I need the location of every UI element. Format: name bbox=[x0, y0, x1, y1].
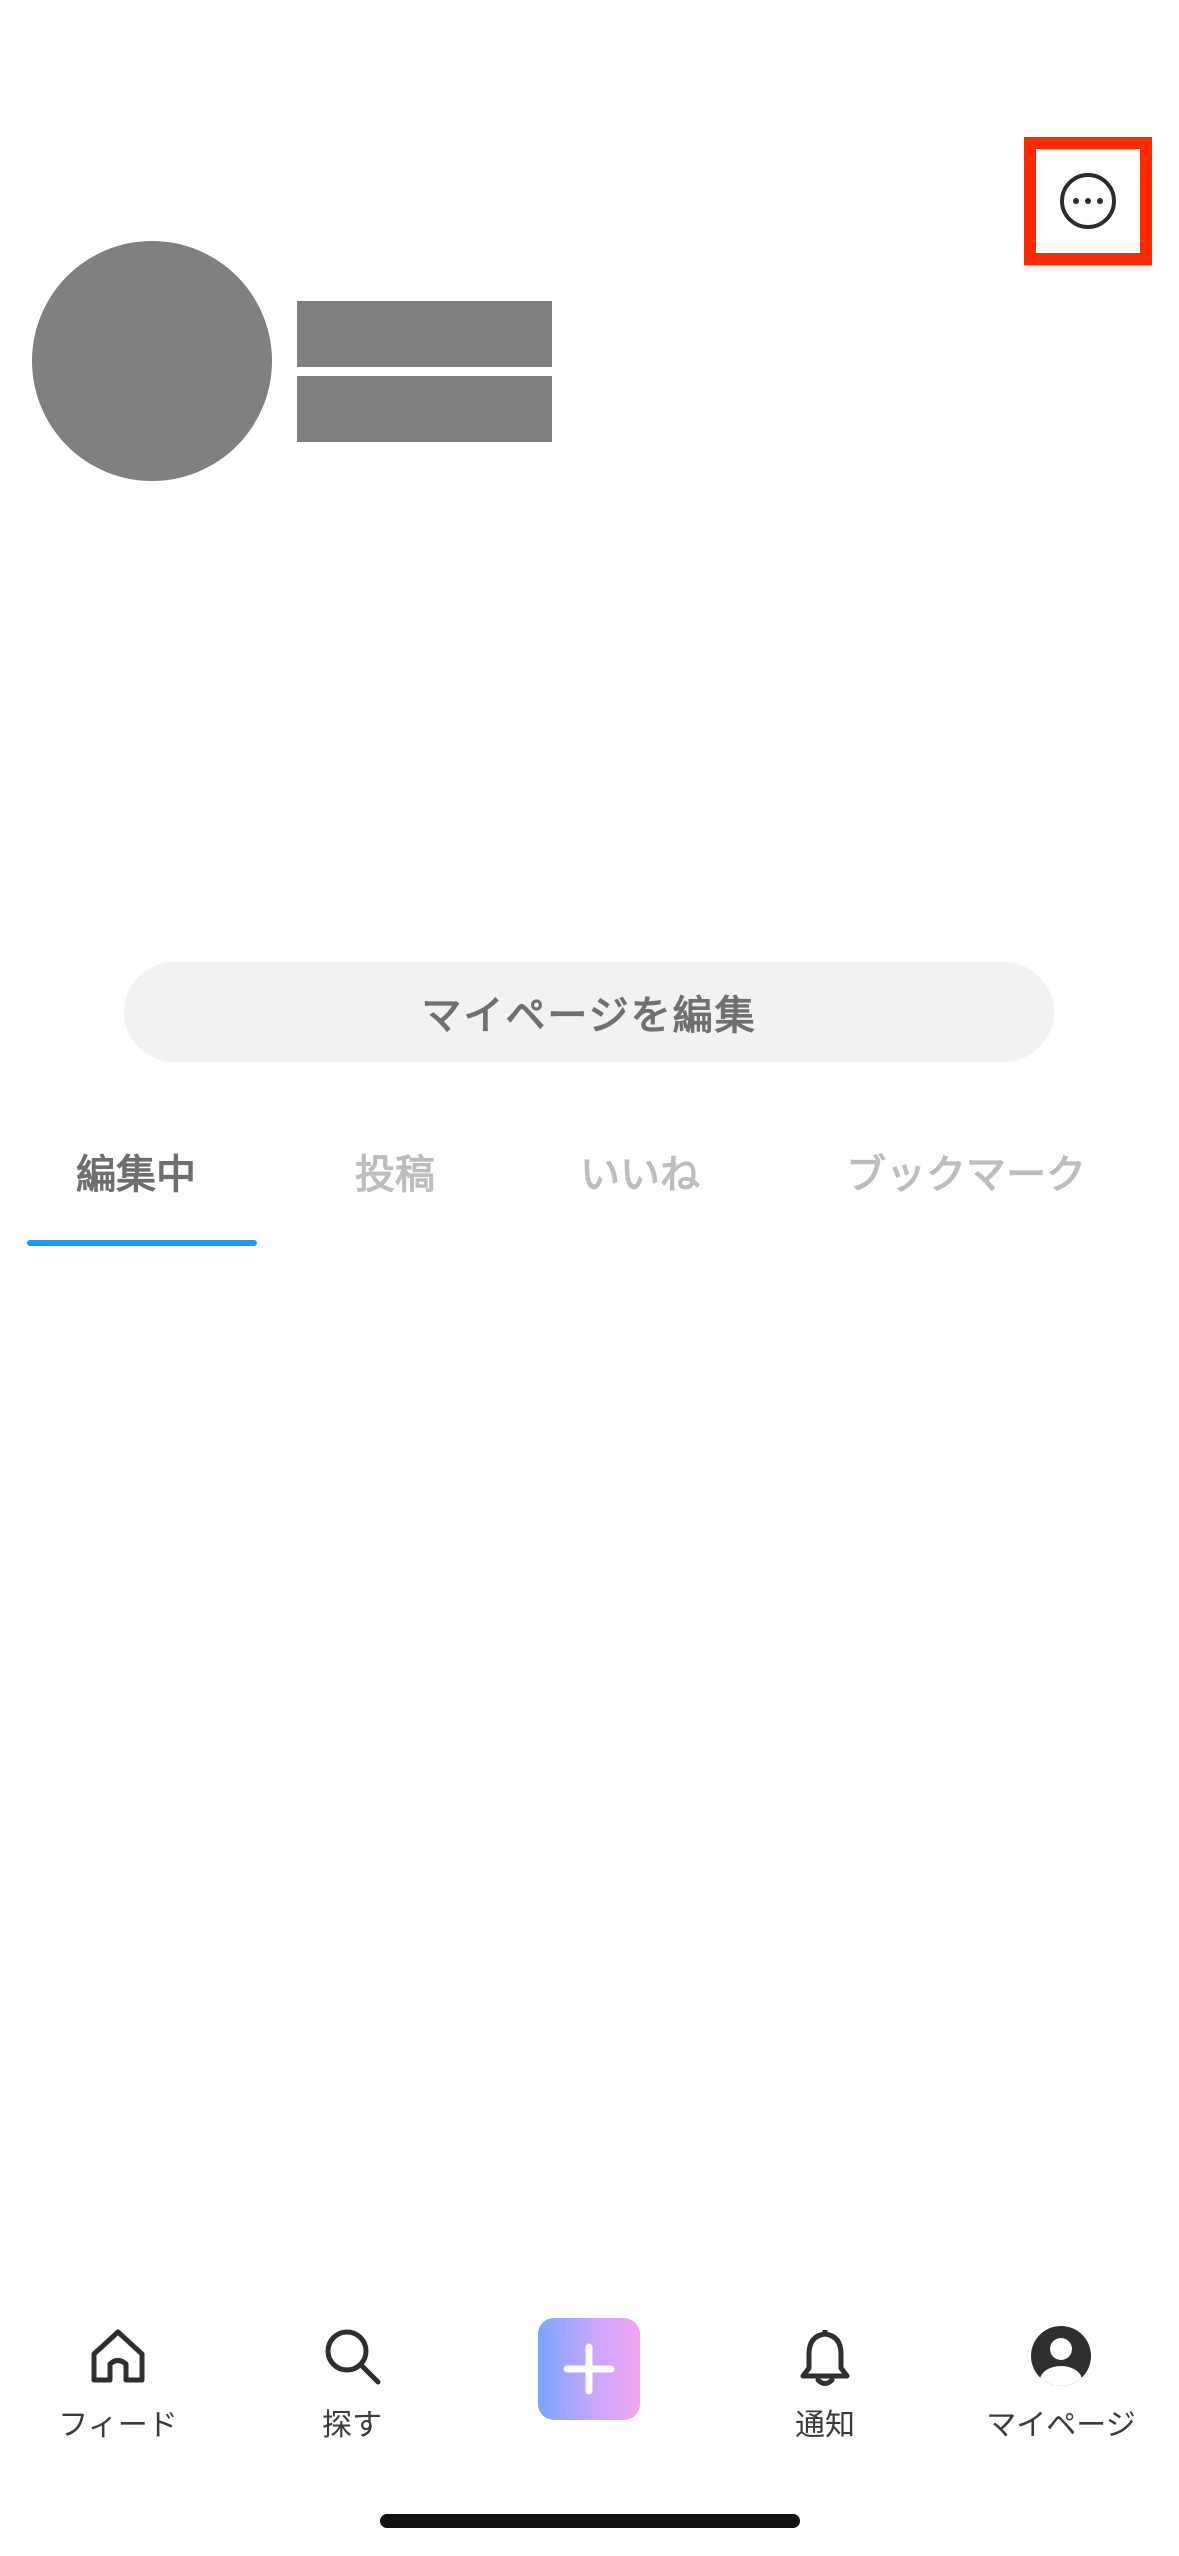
create-post-button[interactable] bbox=[538, 2318, 640, 2420]
bell-icon bbox=[789, 2320, 861, 2392]
nav-mypage-label: マイページ bbox=[986, 2408, 1136, 2443]
edit-mypage-button[interactable]: マイページを編集 bbox=[124, 962, 1054, 1062]
tab-bookmarks[interactable]: ブックマーク bbox=[846, 1142, 1086, 1200]
more-dot bbox=[1085, 198, 1091, 204]
avatar[interactable] bbox=[32, 241, 272, 481]
nav-mypage[interactable]: マイページ bbox=[961, 2320, 1161, 2444]
home-indicator bbox=[380, 2514, 800, 2528]
more-dot bbox=[1073, 198, 1079, 204]
nav-feed-label: フィード bbox=[58, 2408, 178, 2443]
nav-explore[interactable]: 探す bbox=[252, 2320, 452, 2444]
profile-id-placeholder bbox=[297, 376, 552, 442]
plus-icon bbox=[563, 2343, 615, 2395]
nav-notifications[interactable]: 通知 bbox=[725, 2320, 925, 2444]
more-dot bbox=[1097, 198, 1103, 204]
nav-notifications-label: 通知 bbox=[795, 2408, 855, 2443]
active-tab-indicator bbox=[27, 1240, 257, 1246]
home-icon bbox=[82, 2320, 154, 2392]
more-options-icon[interactable] bbox=[1060, 173, 1116, 229]
nav-explore-label: 探す bbox=[322, 2408, 382, 2443]
search-icon bbox=[316, 2320, 388, 2392]
profile-name-placeholder bbox=[297, 301, 552, 367]
profile-tabs: 編集中 投稿 いいね ブックマーク bbox=[0, 1120, 1179, 1246]
tab-likes[interactable]: いいね bbox=[580, 1142, 700, 1200]
nav-feed[interactable]: フィード bbox=[18, 2320, 218, 2444]
tab-drafts[interactable]: 編集中 bbox=[76, 1142, 196, 1200]
tab-posts[interactable]: 投稿 bbox=[355, 1142, 435, 1200]
mypage-screen: マイページを編集 編集中 投稿 いいね ブックマーク フィード 探す 通知 マイ… bbox=[0, 0, 1179, 2556]
user-circle-icon bbox=[1025, 2320, 1097, 2392]
